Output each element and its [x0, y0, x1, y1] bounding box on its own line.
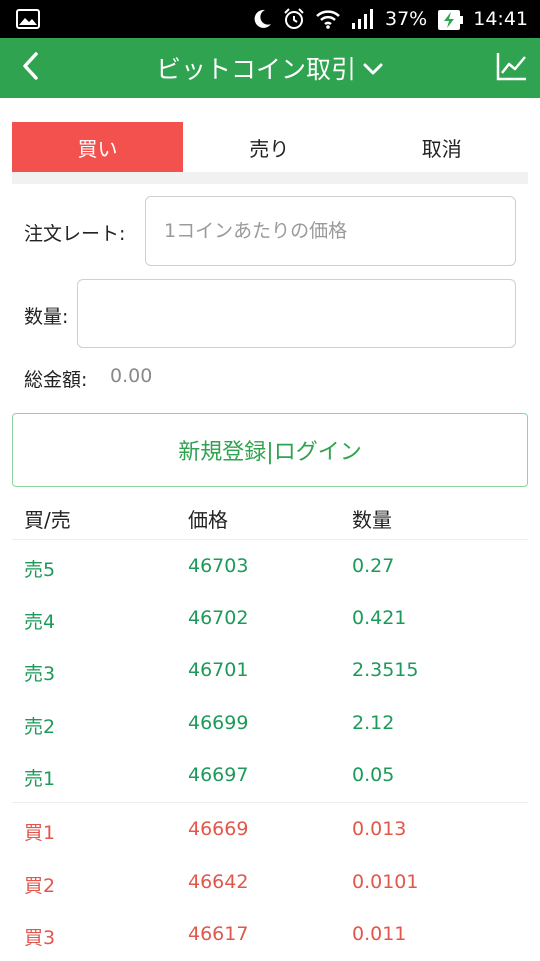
total-value: 0.00 — [110, 365, 153, 387]
row-price: 46669 — [188, 818, 249, 840]
tabs-divider — [12, 172, 528, 184]
app-bar: ビットコイン取引 — [0, 38, 540, 98]
status-bar: 37% 14:41 — [0, 0, 540, 38]
wifi-icon — [315, 8, 341, 30]
bid-row[interactable]: 買3 46617 0.011 — [12, 909, 528, 961]
row-price: 46701 — [188, 659, 249, 681]
header-price: 価格 — [188, 508, 228, 532]
ask-row[interactable]: 売1 46697 0.05 — [12, 750, 528, 802]
ask-row[interactable]: 売4 46702 0.421 — [12, 593, 528, 645]
row-side: 売1 — [24, 768, 56, 790]
row-quantity: 0.013 — [352, 818, 407, 840]
row-side: 買3 — [24, 927, 56, 949]
row-price: 46697 — [188, 764, 249, 786]
ask-row[interactable]: 売3 46701 2.3515 — [12, 645, 528, 697]
rate-input[interactable] — [145, 196, 516, 266]
moon-icon — [251, 8, 273, 30]
tab-sell[interactable]: 売り — [183, 122, 356, 172]
line-chart-icon — [496, 51, 528, 85]
header-side: 買/売 — [24, 508, 71, 532]
row-price: 46703 — [188, 555, 249, 577]
tab-buy[interactable]: 買い — [12, 122, 183, 172]
clock: 14:41 — [473, 8, 528, 30]
row-side: 買2 — [24, 875, 56, 897]
rate-label: 注文レート: — [24, 223, 126, 245]
battery-charging-icon — [436, 6, 464, 32]
ask-bid-divider — [12, 802, 528, 803]
row-quantity: 2.12 — [352, 712, 395, 734]
ask-row[interactable]: 売2 46699 2.12 — [12, 698, 528, 750]
status-icons: 37% 14:41 — [251, 6, 528, 32]
back-button[interactable] — [12, 50, 48, 86]
row-quantity: 0.27 — [352, 555, 395, 577]
row-quantity: 2.3515 — [352, 659, 419, 681]
row-quantity: 0.011 — [352, 923, 407, 945]
battery-percent: 37% — [385, 8, 428, 30]
row-quantity: 0.05 — [352, 764, 395, 786]
row-side: 売3 — [24, 663, 56, 685]
quantity-input[interactable] — [77, 279, 516, 348]
signal-icon — [350, 8, 376, 30]
bid-row[interactable]: 買2 46642 0.0101 — [12, 857, 528, 909]
bid-row[interactable]: 買1 46669 0.013 — [12, 804, 528, 856]
chevron-down-icon — [362, 54, 384, 83]
page-title: ビットコイン取引 — [155, 55, 356, 84]
tab-cancel[interactable]: 取消 — [356, 122, 529, 172]
quantity-label: 数量: — [24, 306, 69, 328]
order-book-header: 買/売 価格 数量 — [12, 492, 528, 540]
row-side: 売4 — [24, 611, 56, 633]
image-icon — [16, 9, 40, 29]
register-login-button[interactable]: 新規登録|ログイン — [12, 413, 528, 487]
alarm-icon — [282, 7, 306, 31]
chevron-left-icon — [20, 51, 40, 85]
row-side: 売2 — [24, 716, 56, 738]
chart-button[interactable] — [494, 50, 530, 86]
row-price: 46617 — [188, 923, 249, 945]
title-dropdown[interactable]: ビットコイン取引 — [156, 50, 384, 86]
row-price: 46702 — [188, 607, 249, 629]
row-quantity: 0.421 — [352, 607, 407, 629]
ask-row[interactable]: 売5 46703 0.27 — [12, 541, 528, 593]
row-side: 売5 — [24, 559, 56, 581]
row-side: 買1 — [24, 822, 56, 844]
trade-tabs: 買い 売り 取消 — [12, 122, 528, 172]
row-quantity: 0.0101 — [352, 871, 419, 893]
header-quantity: 数量 — [352, 508, 392, 532]
row-price: 46642 — [188, 871, 249, 893]
row-price: 46699 — [188, 712, 249, 734]
total-label: 総金額: — [24, 369, 88, 391]
